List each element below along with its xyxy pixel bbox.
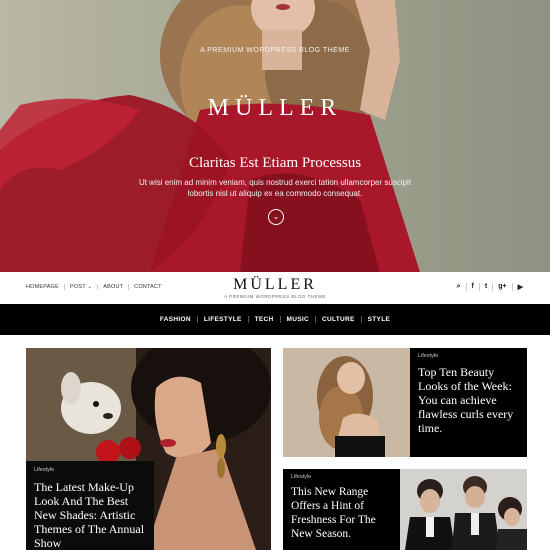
category-fashion[interactable]: FASHION bbox=[154, 316, 198, 323]
post-overlay: Lifestyle Top Ten Beauty Looks of the We… bbox=[410, 348, 527, 457]
category-style[interactable]: STYLE bbox=[362, 316, 396, 323]
category-tech[interactable]: TECH bbox=[249, 316, 281, 323]
post-card-range[interactable]: Lifestyle This New Range Offers a Hint o… bbox=[283, 469, 527, 550]
post-title[interactable]: The Latest Make-Up Look And The Best New… bbox=[34, 480, 146, 550]
google-plus-icon[interactable]: g+ bbox=[493, 283, 513, 291]
post-card-beauty[interactable]: Lifestyle Top Ten Beauty Looks of the We… bbox=[283, 348, 527, 457]
social-icons: ⌕ f t g+ ▶ bbox=[452, 283, 528, 291]
post-title[interactable]: This New Range Offers a Hint of Freshnes… bbox=[291, 485, 392, 541]
hero-image bbox=[0, 0, 420, 272]
youtube-icon[interactable]: ▶ bbox=[513, 283, 528, 291]
hero-logo: MÜLLER bbox=[207, 95, 343, 121]
category-lifestyle[interactable]: LIFESTYLE bbox=[198, 316, 249, 323]
post-category[interactable]: Lifestyle bbox=[418, 353, 519, 359]
facebook-icon[interactable]: f bbox=[467, 283, 480, 291]
post-image bbox=[283, 348, 410, 457]
post-title[interactable]: Top Ten Beauty Looks of the Week: You ca… bbox=[418, 365, 519, 435]
search-icon[interactable]: ⌕ bbox=[452, 283, 467, 291]
category-nav: FASHION LIFESTYLE TECH MUSIC CULTURE STY… bbox=[0, 304, 550, 335]
post-overlay: Lifestyle This New Range Offers a Hint o… bbox=[283, 469, 400, 550]
post-image bbox=[400, 469, 527, 550]
post-card-featured[interactable]: Lifestyle The Latest Make-Up Look And Th… bbox=[26, 348, 271, 550]
post-overlay: Lifestyle The Latest Make-Up Look And Th… bbox=[26, 461, 154, 550]
post-category[interactable]: Lifestyle bbox=[291, 474, 392, 480]
hero-tagline: A PREMIUM WORDPRESS BLOG THEME bbox=[200, 47, 350, 54]
hero-subtitle-line2: lobortis nisl ut aliquip ex ea commodo c… bbox=[187, 189, 363, 198]
site-tagline: A PREMIUM WORDPRESS BLOG THEME bbox=[224, 294, 326, 299]
hero-title[interactable]: Claritas Est Etiam Processus bbox=[0, 155, 550, 172]
hero-subtitle-line1: Ut wisi enim ad minim veniam, quis nostr… bbox=[138, 178, 412, 187]
header-bar: HOMEPAGE POST ⌄ ABOUT CONTACT MÜLLER A P… bbox=[0, 272, 550, 304]
hero-subtitle: Ut wisi enim ad minim veniam, quis nostr… bbox=[0, 177, 550, 199]
post-category[interactable]: Lifestyle bbox=[34, 467, 146, 473]
category-music[interactable]: MUSIC bbox=[281, 316, 316, 323]
hero-banner: A PREMIUM WORDPRESS BLOG THEME MÜLLER Cl… bbox=[0, 0, 550, 272]
chevron-down-icon[interactable]: ⌄ bbox=[268, 209, 284, 225]
category-culture[interactable]: CULTURE bbox=[316, 316, 362, 323]
twitter-icon[interactable]: t bbox=[480, 283, 494, 291]
